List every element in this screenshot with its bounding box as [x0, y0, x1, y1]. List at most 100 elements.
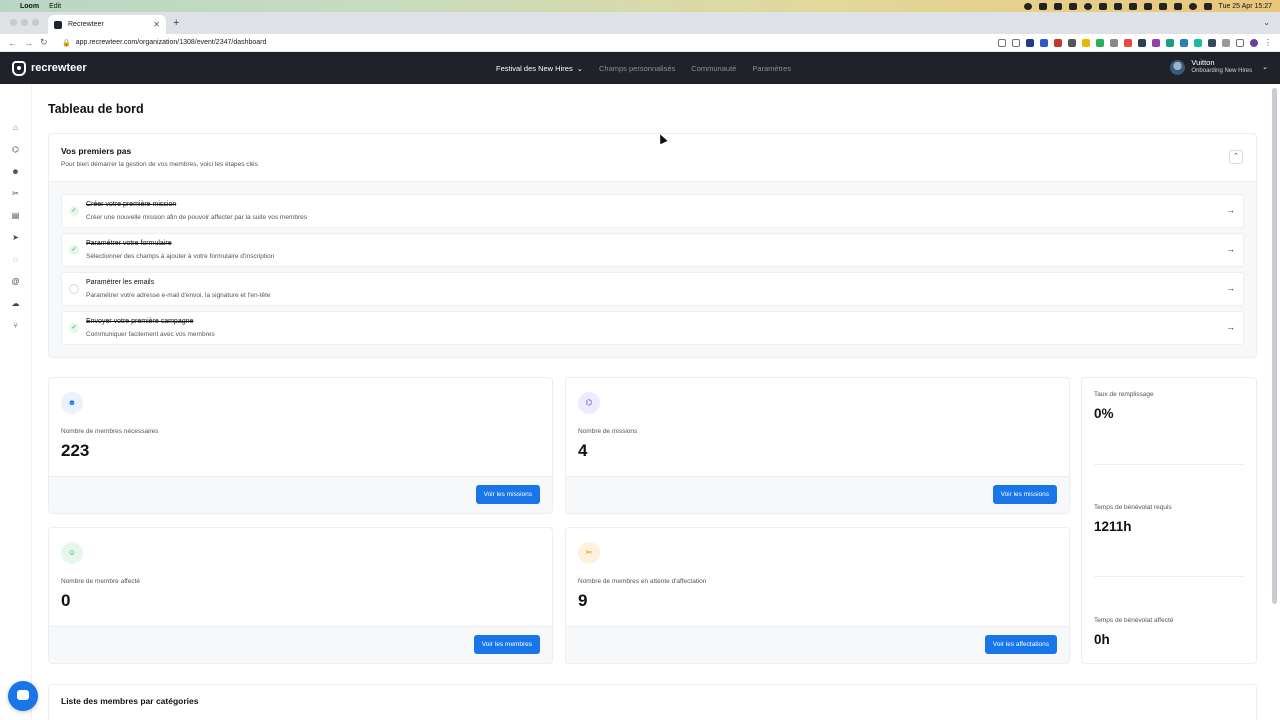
users-icon[interactable]: ☻	[11, 167, 20, 176]
branch-icon[interactable]: ⑂	[11, 321, 20, 330]
record-icon[interactable]	[1023, 2, 1032, 10]
close-tab-icon[interactable]: ✕	[153, 20, 160, 29]
search-icon[interactable]	[1188, 2, 1197, 10]
app-icon[interactable]	[1038, 2, 1047, 10]
check-circle-icon[interactable]: ◌	[11, 255, 20, 264]
send-icon[interactable]: ➤	[11, 233, 20, 242]
stat-label: Temps de bénévolat affecté	[1094, 617, 1174, 624]
sidepanel-icon[interactable]	[1236, 38, 1244, 47]
forward-arrow-icon[interactable]: →	[24, 38, 40, 48]
menubar-app-name[interactable]: Loom	[20, 3, 39, 10]
extension-icon[interactable]	[1166, 38, 1174, 47]
view-members-button[interactable]: Voir les membres	[473, 635, 540, 654]
zoom-window-button[interactable]	[32, 19, 39, 26]
users-icon: ☻	[61, 392, 83, 414]
extension-icon[interactable]	[1208, 38, 1216, 47]
stat-label: Nombre de membres en attente d'affectati…	[578, 578, 707, 585]
divider	[1094, 576, 1244, 577]
menubar-status-area: Tue 25 Apr 15:27	[1023, 2, 1272, 10]
close-window-button[interactable]	[10, 19, 17, 26]
stat-card-members-needed: ☻ Nombre de membres nécessaires 223 Voir…	[48, 377, 553, 514]
view-assignments-button[interactable]: Voir les affectations	[984, 635, 1057, 654]
stat-value: 4	[578, 441, 588, 460]
new-tab-button[interactable]: +	[173, 17, 179, 29]
brand-logo[interactable]: recrewteer	[12, 60, 87, 76]
step-item[interactable]: ✓ Paramétrer votre formulaire Sélectionn…	[61, 233, 1244, 267]
app-icon[interactable]	[1068, 2, 1077, 10]
nav-community[interactable]: Communauté	[691, 64, 736, 73]
step-description: Paramétrer votre adresse e-mail d'envoi,…	[86, 292, 271, 299]
nav-settings[interactable]: Paramètres	[752, 64, 791, 73]
drive-icon[interactable]	[1113, 2, 1122, 10]
step-title: Créer votre première mission	[86, 201, 177, 208]
step-description: Communiquer facilement avec vos membres	[86, 331, 215, 338]
menubar-edit[interactable]: Edit	[49, 3, 61, 10]
extension-icon[interactable]	[1096, 38, 1104, 47]
tab-search-icon[interactable]: ⌄	[1263, 18, 1270, 27]
stat-label: Nombre de membres nécessaires	[61, 428, 159, 435]
address-bar[interactable]: 🔒 app.recrewteer.com/organization/1308/e…	[62, 39, 266, 47]
back-arrow-icon[interactable]: ←	[8, 38, 24, 48]
favicon-icon	[54, 20, 62, 29]
extension-icon[interactable]	[1026, 38, 1034, 47]
browser-tab[interactable]: Recrewteer ✕	[48, 15, 166, 34]
top-navigation: Festival des New Hires ⌄ Champs personna…	[496, 52, 791, 84]
step-item[interactable]: ✓ Créer votre première mission Créer une…	[61, 194, 1244, 228]
document-icon[interactable]: ▤	[11, 211, 20, 220]
extension-icon[interactable]	[1180, 38, 1188, 47]
sitemap-icon: ⌬	[578, 392, 600, 414]
fill-rate-stat: Taux de remplissage 0%	[1094, 391, 1244, 421]
arrow-right-icon: →	[1226, 205, 1235, 215]
volume-icon[interactable]	[1128, 2, 1137, 10]
cloud-icon[interactable]: ☁	[11, 299, 20, 308]
chat-button[interactable]	[8, 681, 38, 711]
bluetooth-icon[interactable]	[1143, 2, 1152, 10]
extension-icon[interactable]	[1068, 38, 1076, 47]
step-item[interactable]: ✓ Envoyer votre première campagne Commun…	[61, 311, 1244, 345]
user-menu[interactable]: Vuitton Onboarding New Hires ⌄	[1170, 58, 1268, 76]
battery-icon[interactable]	[1158, 2, 1167, 10]
menu-kebab-icon[interactable]: ⋮	[1264, 38, 1272, 47]
reload-icon[interactable]: ↻	[40, 37, 56, 48]
star-icon[interactable]	[1012, 38, 1020, 47]
url-text[interactable]: app.recrewteer.com/organization/1308/eve…	[76, 39, 267, 46]
step-item[interactable]: Paramétrer les emails Paramétrer votre a…	[61, 272, 1244, 306]
nav-event-label: Festival des New Hires	[496, 63, 573, 73]
app-icon[interactable]	[1053, 2, 1062, 10]
sitemap-icon[interactable]: ⌬	[11, 145, 20, 154]
lock-icon[interactable]: 🔒	[62, 39, 71, 47]
step-description: Sélectionner des champs à ajouter à votr…	[86, 253, 275, 260]
view-missions-button[interactable]: Voir les missions	[475, 485, 540, 504]
extension-icon[interactable]	[1152, 38, 1160, 47]
step-title: Envoyer votre première campagne	[86, 318, 194, 325]
check-icon: ✓	[69, 206, 79, 216]
extension-icon[interactable]	[1124, 38, 1132, 47]
extension-icon[interactable]	[1054, 38, 1062, 47]
extension-icon[interactable]	[1138, 38, 1146, 47]
collapse-button[interactable]: ⌃	[1229, 150, 1243, 164]
extensions-puzzle-icon[interactable]	[1222, 38, 1230, 47]
wifi-icon[interactable]	[1173, 2, 1182, 10]
control-center-icon[interactable]	[1203, 2, 1212, 10]
stat-card-footer: Voir les affectations	[566, 626, 1069, 663]
tool-icon[interactable]	[1098, 2, 1107, 10]
profile-avatar[interactable]	[1250, 38, 1258, 47]
at-icon[interactable]: @	[11, 277, 20, 286]
extension-icon[interactable]	[1082, 38, 1090, 47]
extension-icon[interactable]	[1040, 38, 1048, 47]
view-missions-button[interactable]: Voir les missions	[992, 485, 1057, 504]
avatar	[1170, 59, 1186, 75]
extension-icon[interactable]	[1194, 38, 1202, 47]
extension-icon[interactable]	[1110, 38, 1118, 47]
home-icon[interactable]: ⌂	[11, 123, 20, 132]
page-scrollbar[interactable]	[1272, 88, 1277, 604]
user-info: Vuitton Onboarding New Hires	[1191, 58, 1252, 76]
tools-icon[interactable]: ✂	[11, 189, 20, 198]
user-name: Vuitton	[1191, 58, 1215, 67]
nav-custom-fields[interactable]: Champs personnalisés	[599, 64, 675, 73]
minimize-window-button[interactable]	[21, 19, 28, 26]
menubar-clock[interactable]: Tue 25 Apr 15:27	[1219, 3, 1272, 10]
share-icon[interactable]	[998, 38, 1006, 47]
gear-icon[interactable]	[1083, 2, 1092, 10]
nav-event-selector[interactable]: Festival des New Hires ⌄	[496, 64, 583, 73]
